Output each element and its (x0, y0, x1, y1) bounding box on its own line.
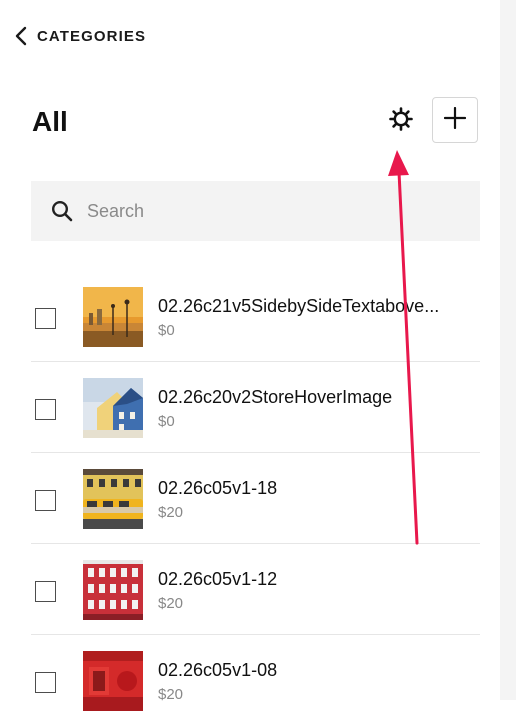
product-row[interactable]: 02.26c05v1-18 $20 (0, 453, 500, 544)
settings-button[interactable] (384, 104, 418, 138)
product-price: $20 (158, 686, 184, 703)
row-checkbox[interactable] (35, 308, 56, 329)
product-row[interactable]: 02.26c05v1-08 $20 (0, 635, 500, 726)
product-thumbnail (83, 469, 143, 529)
product-thumbnail (83, 651, 143, 711)
product-price: $20 (158, 504, 184, 521)
search-input[interactable] (85, 199, 429, 223)
product-name: 02.26c20v2StoreHoverImage (158, 387, 393, 407)
plus-icon (443, 106, 467, 134)
search-icon (51, 200, 73, 222)
row-checkbox[interactable] (35, 490, 56, 511)
product-name: 02.26c05v1-08 (158, 660, 278, 680)
product-name: 02.26c05v1-18 (158, 478, 278, 498)
product-row[interactable]: 02.26c21v5SidebySideTextabove... $0 (0, 271, 500, 362)
add-product-button[interactable] (432, 97, 478, 143)
search-bar[interactable] (31, 181, 480, 241)
row-checkbox[interactable] (35, 581, 56, 602)
row-checkbox[interactable] (35, 672, 56, 693)
product-price: $0 (158, 322, 175, 339)
page-title: All (32, 106, 68, 137)
product-price: $20 (158, 595, 184, 612)
side-panel-edge (500, 0, 516, 700)
product-name: 02.26c21v5SidebySideTextabove... (158, 296, 440, 316)
gear-icon (388, 106, 414, 137)
product-row[interactable]: 02.26c05v1-12 $20 (0, 544, 500, 635)
product-list: 02.26c21v5SidebySideTextabove... $0 02.2… (0, 271, 500, 726)
chevron-left-icon (14, 26, 28, 46)
product-thumbnail (83, 287, 143, 347)
product-thumbnail (83, 560, 143, 620)
product-thumbnail (83, 378, 143, 438)
product-name: 02.26c05v1-12 (158, 569, 278, 589)
back-label: CATEGORIES (37, 27, 147, 45)
product-row[interactable]: 02.26c20v2StoreHoverImage $0 (0, 362, 500, 453)
product-price: $0 (158, 413, 175, 430)
back-to-categories[interactable]: CATEGORIES (14, 24, 146, 48)
row-checkbox[interactable] (35, 399, 56, 420)
